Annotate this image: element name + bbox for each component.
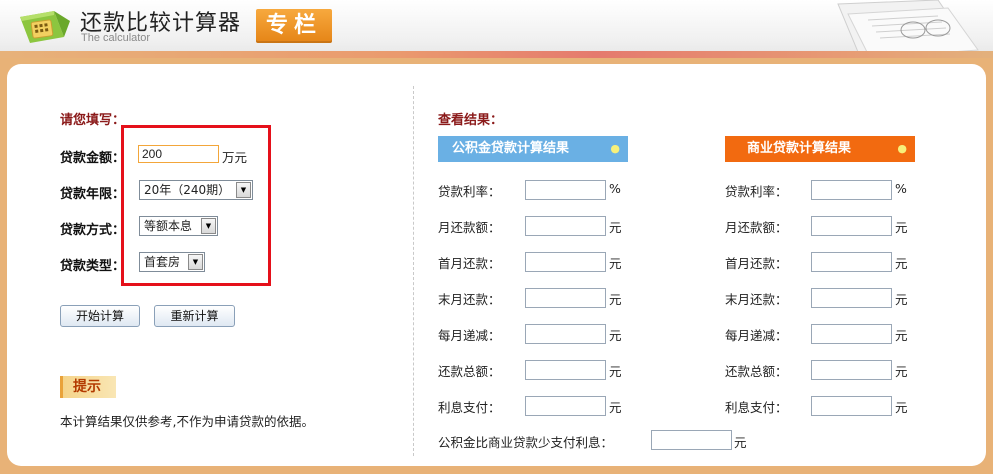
commercial-row-label: 贷款利率： bbox=[725, 184, 788, 199]
tip-label: 提示 bbox=[60, 376, 116, 398]
commercial-row-label: 还款总额： bbox=[725, 364, 788, 379]
fund-row-output[interactable] bbox=[525, 180, 606, 200]
newspaper-glasses-icon bbox=[837, 0, 979, 55]
savings-label: 公积金比商业贷款少支付利息： bbox=[438, 435, 614, 450]
go-arrow-icon: ● bbox=[610, 142, 620, 155]
tip-text: 本计算结果仅供参考,不作为申请贷款的依据。 bbox=[60, 414, 314, 429]
fund-row-label: 首月还款： bbox=[438, 256, 501, 271]
commercial-row-output[interactable] bbox=[811, 324, 892, 344]
fund-row-unit: 元 bbox=[609, 292, 622, 307]
commercial-row-unit: 元 bbox=[895, 292, 908, 307]
commercial-row-output[interactable] bbox=[811, 252, 892, 272]
commercial-row-unit: % bbox=[895, 181, 907, 196]
fund-row-unit: 元 bbox=[609, 400, 622, 415]
commercial-row-unit: 元 bbox=[895, 400, 908, 415]
fund-row-label: 末月还款： bbox=[438, 292, 501, 307]
fund-result-header: 公积金贷款计算结果 ● bbox=[438, 136, 628, 162]
commercial-row-label: 月还款额： bbox=[725, 220, 788, 235]
commercial-row-label: 每月递减： bbox=[725, 328, 788, 343]
fund-row-label: 贷款利率： bbox=[438, 184, 501, 199]
commercial-row-label: 利息支付： bbox=[725, 400, 788, 415]
column-divider bbox=[413, 86, 414, 456]
fund-row-output[interactable] bbox=[525, 216, 606, 236]
header-gradient-bar bbox=[0, 51, 993, 58]
commercial-result-header: 商业贷款计算结果 ● bbox=[725, 136, 915, 162]
fund-row-output[interactable] bbox=[525, 324, 606, 344]
fund-row-unit: 元 bbox=[609, 364, 622, 379]
app-subtitle: The calculator bbox=[81, 32, 151, 44]
commercial-result-title: 商业贷款计算结果 bbox=[747, 141, 852, 156]
fund-result-title: 公积金贷款计算结果 bbox=[452, 141, 570, 156]
loan-years-label: 贷款年限： bbox=[60, 187, 126, 202]
fund-row-unit: 元 bbox=[609, 256, 622, 271]
fund-row-output[interactable] bbox=[525, 360, 606, 380]
loan-type-label: 贷款类型： bbox=[60, 259, 126, 274]
reset-button[interactable]: 重新计算 bbox=[154, 305, 235, 327]
commercial-row-unit: 元 bbox=[895, 364, 908, 379]
results-heading: 查看结果： bbox=[438, 113, 504, 128]
loan-method-label: 贷款方式： bbox=[60, 223, 126, 238]
fund-row-output[interactable] bbox=[525, 288, 606, 308]
commercial-row-unit: 元 bbox=[895, 328, 908, 343]
form-heading: 请您填写： bbox=[60, 113, 126, 128]
app-header: 还款比较计算器 The calculator 专栏 bbox=[0, 0, 993, 58]
highlight-box bbox=[121, 125, 271, 286]
fund-row-unit: 元 bbox=[609, 328, 622, 343]
column-badge[interactable]: 专栏 bbox=[256, 9, 332, 43]
fund-row-unit: 元 bbox=[609, 220, 622, 235]
fund-row-label: 每月递减： bbox=[438, 328, 501, 343]
commercial-row-output[interactable] bbox=[811, 288, 892, 308]
fund-row-label: 还款总额： bbox=[438, 364, 501, 379]
calculate-button[interactable]: 开始计算 bbox=[60, 305, 140, 327]
commercial-row-output[interactable] bbox=[811, 360, 892, 380]
commercial-row-output[interactable] bbox=[811, 216, 892, 236]
fund-row-unit: % bbox=[609, 181, 621, 196]
savings-output[interactable] bbox=[651, 430, 732, 450]
calculator-folder-icon bbox=[20, 11, 70, 43]
commercial-row-label: 末月还款： bbox=[725, 292, 788, 307]
fund-row-label: 利息支付： bbox=[438, 400, 501, 415]
go-arrow-icon: ● bbox=[897, 142, 907, 155]
commercial-row-unit: 元 bbox=[895, 220, 908, 235]
savings-unit: 元 bbox=[734, 435, 747, 450]
commercial-row-output[interactable] bbox=[811, 396, 892, 416]
fund-row-output[interactable] bbox=[525, 252, 606, 272]
commercial-row-unit: 元 bbox=[895, 256, 908, 271]
fund-row-output[interactable] bbox=[525, 396, 606, 416]
commercial-row-label: 首月还款： bbox=[725, 256, 788, 271]
loan-amount-label: 贷款金额： bbox=[60, 151, 126, 166]
commercial-row-output[interactable] bbox=[811, 180, 892, 200]
fund-row-label: 月还款额： bbox=[438, 220, 501, 235]
